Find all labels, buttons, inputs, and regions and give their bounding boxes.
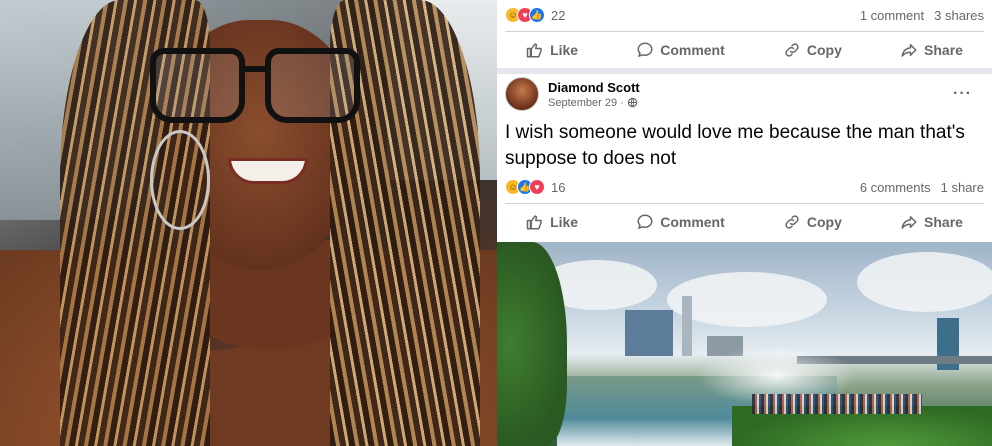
post-header: Diamond Scott September 29 · ··· — [497, 74, 992, 114]
author-name[interactable]: Diamond Scott — [548, 80, 640, 95]
reactions-summary[interactable]: ☺ ♥ 👍 22 — [505, 7, 565, 23]
copy-button[interactable]: Copy — [783, 41, 842, 59]
post-photo-niagara-falls[interactable] — [497, 242, 992, 446]
thumbs-up-icon — [526, 43, 542, 58]
share-button[interactable]: Share — [900, 213, 963, 231]
post-stats: ☺ 👍 ♥ 16 6 comments 1 share — [497, 172, 992, 202]
comments-count[interactable]: 6 comments — [860, 180, 931, 195]
top-post-actions: Like Comment Copy Share — [497, 32, 992, 68]
link-icon — [785, 215, 799, 229]
cloud — [857, 252, 992, 312]
top-post-stats: ☺ ♥ 👍 22 1 comment 3 shares — [497, 0, 992, 30]
profile-selfie-photo — [0, 0, 497, 446]
facebook-feed: ☺ ♥ 👍 22 1 comment 3 shares Like Comment… — [497, 0, 992, 446]
comment-bubble-icon — [637, 42, 653, 58]
reaction-count: 22 — [551, 7, 566, 23]
copy-button[interactable]: Copy — [783, 213, 842, 231]
love-icon: ♥ — [529, 179, 545, 195]
tree-foreground — [497, 242, 567, 446]
eyeglasses — [150, 48, 360, 128]
share-arrow-icon — [901, 216, 917, 229]
globe-icon — [627, 97, 638, 108]
tourist-crowd — [752, 394, 922, 414]
reactions-summary[interactable]: ☺ 👍 ♥ 16 — [505, 179, 565, 195]
comment-button[interactable]: Comment — [636, 41, 725, 59]
comment-button[interactable]: Comment — [636, 213, 725, 231]
post-text: I wish someone would love me because the… — [505, 122, 965, 169]
shares-count[interactable]: 1 share — [941, 180, 984, 195]
skylon-tower — [682, 296, 692, 356]
hotel-tower — [625, 310, 673, 356]
post-timestamp[interactable]: September 29 · — [548, 97, 640, 109]
avatar[interactable] — [505, 77, 539, 111]
thumbs-up-icon — [526, 215, 542, 230]
link-icon — [785, 43, 799, 57]
share-arrow-icon — [901, 44, 917, 57]
comments-count[interactable]: 1 comment — [860, 8, 924, 23]
reaction-count: 16 — [551, 179, 566, 195]
post-actions: Like Comment Copy Share — [497, 204, 992, 240]
hoop-earring — [150, 130, 210, 230]
like-button[interactable]: Like — [526, 41, 578, 59]
shares-count[interactable]: 3 shares — [934, 8, 984, 23]
comment-bubble-icon — [637, 214, 653, 230]
like-icon: 👍 — [529, 7, 545, 23]
more-options-button[interactable]: ··· — [953, 85, 972, 103]
like-button[interactable]: Like — [526, 213, 578, 231]
share-button[interactable]: Share — [900, 41, 963, 59]
